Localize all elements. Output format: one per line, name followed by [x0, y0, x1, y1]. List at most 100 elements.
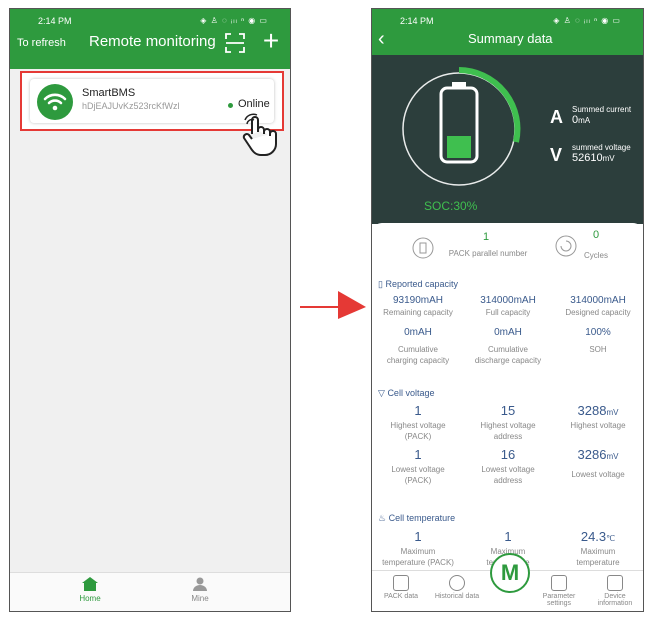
- home-icon: [82, 577, 98, 591]
- device-id: hDjEAJUvKz523rcKfWzl: [82, 101, 180, 111]
- highest-voltage-number: 3288: [577, 403, 607, 418]
- section-reported-capacity: ▯ Reported capacity: [378, 279, 458, 290]
- summed-voltage: V summed voltage 52610mV: [550, 143, 643, 165]
- soh-label: SOH: [589, 345, 607, 354]
- highest-voltage-unit: mV: [606, 408, 619, 417]
- status-icons: ◈ ♙ ◌ ᵢₗₗ ⁿ ◉ ▭: [200, 16, 268, 25]
- refresh-hint[interactable]: To refresh: [17, 37, 66, 49]
- battery-pack-icon: [412, 237, 434, 259]
- tab-pack-data[interactable]: PACK data: [374, 575, 428, 600]
- remaining-capacity-value: 93190mAH: [392, 295, 444, 306]
- max-temp-label1: Maximum: [580, 547, 616, 556]
- lowest-voltage-unit: mV: [606, 452, 619, 461]
- full-capacity-label: Full capacity: [485, 308, 531, 317]
- lowest-voltage-label: Lowest voltage: [571, 470, 625, 479]
- remote-monitoring-screen: 2:14 PM ◈ ♙ ◌ ᵢₗₗ ⁿ ◉ ▭ To refresh Remot…: [9, 8, 291, 612]
- highest-voltage-address-label1: Highest voltage: [480, 421, 536, 430]
- current-icon: A: [550, 107, 563, 127]
- full-capacity-value: 314000mAH: [480, 295, 536, 306]
- app-logo-button[interactable]: M: [490, 553, 530, 593]
- back-icon[interactable]: ‹: [378, 29, 385, 49]
- highest-voltage-pack-label1: Highest voltage: [390, 421, 446, 430]
- lowest-voltage-pack-value: 1: [414, 447, 422, 462]
- section-cell-voltage: ▽ Cell voltage: [378, 388, 434, 399]
- tab-mine[interactable]: Mine: [180, 577, 220, 603]
- online-status-dot: [228, 103, 233, 108]
- cycles-label: Cycles: [583, 251, 608, 260]
- battery-gauge: [402, 67, 521, 186]
- max-temp-pack-value: 1: [414, 529, 422, 544]
- lowest-voltage-address-label2: address: [493, 476, 523, 485]
- add-device-icon[interactable]: +: [260, 27, 282, 55]
- soc-fill: [447, 136, 471, 158]
- section-cell-temperature: ♨ Cell temperature: [378, 513, 455, 524]
- status-time: 2:14 PM: [400, 16, 434, 26]
- scan-icon[interactable]: [225, 33, 245, 53]
- tab-historical-data-label: Historical data: [434, 593, 480, 600]
- max-temp-pack-label1: Maximum: [400, 547, 436, 556]
- lowest-voltage-address-label1: Lowest voltage: [481, 465, 535, 474]
- highest-voltage-label: Highest voltage: [570, 421, 626, 430]
- soh-value: 100%: [585, 327, 611, 338]
- highest-voltage-value: 3288mV: [552, 403, 643, 418]
- max-temp-address-value: 1: [504, 529, 512, 544]
- summed-current-unit: mA: [578, 116, 591, 125]
- cell-voltage-title: Cell voltage: [387, 388, 435, 398]
- tab-home[interactable]: Home: [70, 577, 110, 603]
- tab-pack-data-label: PACK data: [383, 593, 419, 600]
- highest-voltage-address-label2: address: [493, 432, 523, 441]
- summed-voltage-value: 52610: [572, 152, 603, 164]
- max-temp-pack-label2: temperature (PACK): [382, 558, 454, 567]
- lowest-voltage-number: 3286: [577, 447, 607, 462]
- capacity-icon: ▯: [378, 279, 383, 289]
- summed-voltage-unit: mV: [602, 154, 615, 163]
- highest-voltage-pack-value: 1: [414, 403, 422, 418]
- pack-label: PACK parallel number: [448, 249, 528, 258]
- remaining-capacity-label: Remaining capacity: [383, 308, 453, 317]
- tab-parameter-settings[interactable]: Parameter settings: [532, 575, 586, 607]
- max-temp-unit: ℃: [606, 534, 616, 543]
- tab-historical-data[interactable]: Historical data: [430, 575, 484, 600]
- app-header: 2:14 PM ◈ ♙ ◌ ᵢₗₗ ⁿ ◉ ▭ To refresh Remot…: [10, 9, 290, 69]
- cycles-count: 0: [592, 229, 600, 241]
- status-time: 2:14 PM: [38, 16, 72, 26]
- status-bar: 2:14 PM ◈ ♙ ◌ ᵢₗₗ ⁿ ◉ ▭: [372, 9, 643, 31]
- tap-hand-icon: [242, 113, 277, 156]
- max-temp-number: 24.3: [580, 529, 607, 544]
- lowest-voltage-pack-label2: (PACK): [404, 476, 432, 485]
- cycles-icon: [555, 235, 577, 257]
- max-temp-label2: temperature: [576, 558, 620, 567]
- transition-arrow: [300, 291, 366, 319]
- device-information-icon: [607, 575, 623, 591]
- discharge-capacity-label1: Cumulative: [487, 345, 528, 354]
- summary-data-screen: 2:14 PM ◈ ♙ ◌ ᵢₗₗ ⁿ ◉ ▭ ‹ Summary data S…: [371, 8, 644, 612]
- wifi-icon: [37, 84, 73, 120]
- reported-capacity-title: Reported capacity: [385, 279, 459, 289]
- bottom-tab-bar: PACK data Historical data M Parameter se…: [372, 553, 643, 611]
- summary-header: 2:14 PM ◈ ♙ ◌ ᵢₗₗ ⁿ ◉ ▭ ‹ Summary data S…: [372, 9, 643, 224]
- thermometer-icon: ♨: [378, 513, 387, 523]
- summed-voltage-label: summed voltage: [572, 143, 631, 152]
- soc-value: SOC:30%: [424, 199, 478, 213]
- voltage-section-icon: ▽: [378, 388, 385, 398]
- charging-capacity-label1: Cumulative: [397, 345, 438, 354]
- tab-mine-label: Mine: [191, 594, 209, 603]
- lowest-voltage-pack-label1: Lowest voltage: [391, 465, 445, 474]
- summed-current-label: Summed current: [572, 105, 632, 114]
- pack-count: 1: [482, 231, 490, 243]
- charging-capacity-label2: charging capacity: [386, 356, 450, 365]
- discharge-capacity-label2: discharge capacity: [474, 356, 542, 365]
- lowest-voltage-value: 3286mV: [552, 447, 643, 462]
- device-name: SmartBMS: [82, 87, 136, 99]
- page-title: Remote monitoring: [89, 33, 216, 50]
- summed-current: A Summed current 0mA: [550, 105, 643, 127]
- soc-arc: [458, 67, 521, 143]
- title-bar: 2:14 PM ◈ ♙ ◌ ᵢₗₗ ⁿ ◉ ▭ ‹ Summary data: [372, 9, 643, 55]
- status-bar: 2:14 PM ◈ ♙ ◌ ᵢₗₗ ⁿ ◉ ▭: [10, 9, 290, 31]
- tab-device-information[interactable]: Device information: [588, 575, 642, 607]
- status-icons: ◈ ♙ ◌ ᵢₗₗ ⁿ ◉ ▭: [553, 16, 621, 25]
- designed-capacity-value: 314000mAH: [570, 295, 626, 306]
- charging-capacity-value: 0mAH: [404, 327, 432, 338]
- cell-temperature-title: Cell temperature: [388, 513, 456, 523]
- designed-capacity-label: Designed capacity: [565, 308, 631, 317]
